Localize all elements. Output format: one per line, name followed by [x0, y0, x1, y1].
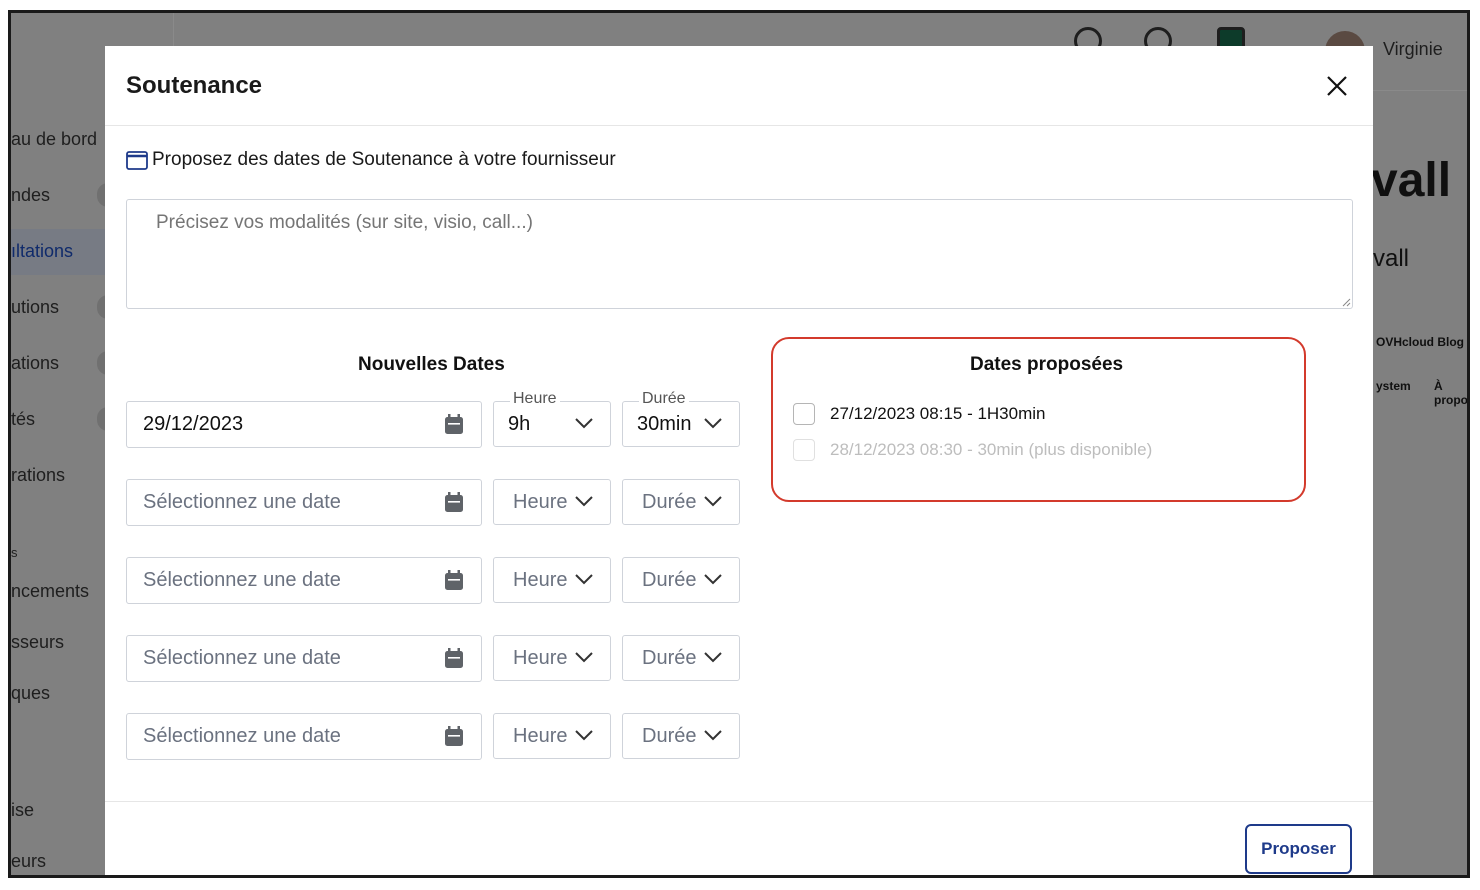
heure-value: 9h	[508, 412, 531, 435]
sidebar-item[interactable]: eurs	[11, 851, 46, 872]
chevron-down-icon	[575, 730, 593, 741]
proposed-dates-title: Dates proposées	[970, 354, 1124, 375]
date-input[interactable]: Sélectionnez une date	[126, 479, 482, 526]
proposed-date-option[interactable]: 27/12/2023 08:15 - 1H30min	[793, 403, 1046, 425]
page-subtitle: vall	[1373, 245, 1410, 272]
duree-placeholder: Durée	[642, 724, 697, 747]
calendar-icon	[126, 151, 148, 170]
resize-handle-icon[interactable]	[1341, 297, 1351, 307]
date-placeholder: Sélectionnez une date	[143, 491, 341, 513]
date-input[interactable]: Sélectionnez une date	[126, 635, 482, 682]
sidebar-item[interactable]: ndes	[11, 185, 50, 206]
date-value: 29/12/2023	[143, 413, 244, 435]
duree-select[interactable]: Durée	[622, 557, 740, 603]
calendar-icon	[445, 648, 463, 668]
heure-placeholder: Heure	[513, 568, 568, 591]
date-placeholder: Sélectionnez une date	[143, 725, 341, 747]
date-input[interactable]: Sélectionnez une date	[126, 557, 482, 604]
heure-select[interactable]: Heure	[493, 479, 611, 525]
user-name[interactable]: Virginie	[1383, 39, 1443, 60]
modalities-textarea[interactable]	[126, 199, 1353, 309]
link-system[interactable]: ystem	[1376, 379, 1411, 393]
new-dates-title: Nouvelles Dates	[358, 354, 505, 375]
chevron-down-icon	[575, 496, 593, 507]
heure-legend: Heure	[510, 390, 560, 408]
date-input[interactable]: 29/12/2023	[126, 401, 482, 448]
proposed-date-label: 27/12/2023 08:15 - 1H30min	[830, 404, 1046, 423]
modal-footer: Proposer	[105, 801, 1373, 875]
sidebar-item[interactable]: sseurs	[11, 632, 64, 653]
chevron-down-icon	[704, 652, 722, 663]
intro-text: Proposez des dates de Soutenance à votre…	[152, 149, 616, 170]
chevron-down-icon	[575, 574, 593, 585]
modal-header: Soutenance	[105, 46, 1373, 126]
modal-title: Soutenance	[126, 72, 263, 99]
calendar-icon	[445, 570, 463, 590]
chevron-down-icon	[704, 496, 722, 507]
sidebar-section-label: s	[11, 545, 18, 560]
screen: au de bord ndes ıltations utions ations …	[8, 10, 1470, 878]
heure-select[interactable]: Heure	[493, 635, 611, 681]
soutenance-modal: Soutenance Proposez des dates de Soutena…	[105, 46, 1373, 875]
chevron-down-icon	[575, 652, 593, 663]
calendar-icon	[445, 492, 463, 512]
date-input[interactable]: Sélectionnez une date	[126, 713, 482, 760]
checkbox-disabled	[793, 439, 815, 461]
duree-placeholder: Durée	[642, 490, 697, 513]
heure-placeholder: Heure	[513, 646, 568, 669]
sidebar-item[interactable]: ise	[11, 800, 34, 821]
chevron-down-icon	[704, 418, 722, 429]
heure-select[interactable]: Heure	[493, 557, 611, 603]
duree-select[interactable]: Durée 30min	[622, 390, 740, 447]
duree-legend: Durée	[639, 390, 689, 408]
proposed-date-option-disabled: 28/12/2023 08:30 - 30min (plus disponibl…	[793, 439, 1152, 461]
date-placeholder: Sélectionnez une date	[143, 569, 341, 591]
proposed-dates-panel: Dates proposées 27/12/2023 08:15 - 1H30m…	[771, 337, 1306, 502]
sidebar-item[interactable]: au de bord	[11, 129, 97, 150]
sidebar-item[interactable]: ations	[11, 353, 59, 374]
heure-select[interactable]: Heure 9h	[493, 390, 611, 447]
duree-select[interactable]: Durée	[622, 479, 740, 525]
duree-value: 30min	[637, 412, 692, 435]
duree-placeholder: Durée	[642, 646, 697, 669]
intro-line: Proposez des dates de Soutenance à votre…	[126, 149, 616, 171]
chevron-down-icon	[704, 730, 722, 741]
calendar-icon	[445, 726, 463, 746]
calendar-icon	[445, 414, 463, 434]
heure-select[interactable]: Heure	[493, 713, 611, 759]
checkbox[interactable]	[793, 403, 815, 425]
link-blog[interactable]: OVHcloud Blog	[1376, 335, 1464, 349]
close-icon	[1327, 76, 1347, 96]
link-about[interactable]: À propo	[1434, 379, 1467, 407]
duree-select[interactable]: Durée	[622, 713, 740, 759]
close-button[interactable]	[1323, 72, 1351, 100]
heure-placeholder: Heure	[513, 724, 568, 747]
sidebar-item[interactable]: ques	[11, 683, 50, 704]
sidebar-item[interactable]: utions	[11, 297, 59, 318]
sidebar-item-active[interactable]: ıltations	[11, 241, 73, 262]
sidebar-item[interactable]: tés	[11, 409, 35, 430]
duree-select[interactable]: Durée	[622, 635, 740, 681]
proposed-date-label: 28/12/2023 08:30 - 30min (plus disponibl…	[830, 440, 1153, 459]
sidebar-item[interactable]: rations	[11, 465, 65, 486]
chevron-down-icon	[704, 574, 722, 585]
propose-button[interactable]: Proposer	[1245, 824, 1352, 874]
duree-placeholder: Durée	[642, 568, 697, 591]
date-placeholder: Sélectionnez une date	[143, 647, 341, 669]
sidebar-item[interactable]: ncements	[11, 581, 89, 602]
page-title: vall	[1371, 154, 1452, 207]
chevron-down-icon	[575, 418, 593, 429]
heure-placeholder: Heure	[513, 490, 568, 513]
